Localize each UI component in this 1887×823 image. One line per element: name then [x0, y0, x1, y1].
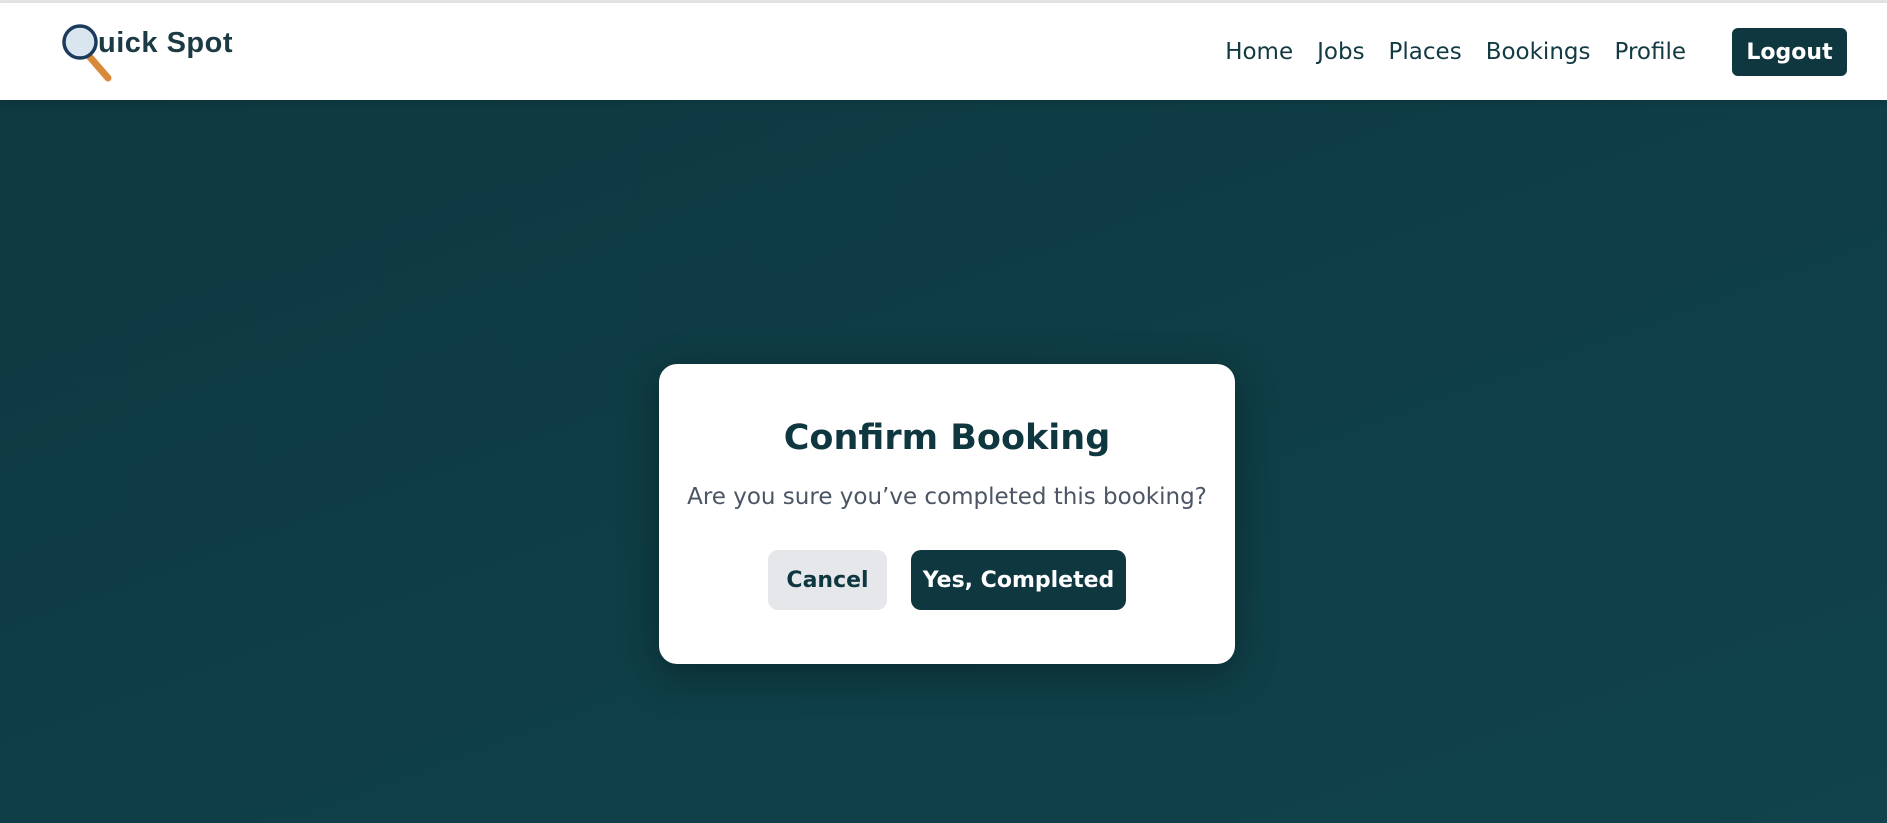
dialog-actions: Cancel Yes, Completed — [659, 550, 1235, 610]
cancel-button[interactable]: Cancel — [768, 550, 887, 610]
confirm-booking-dialog: Confirm Booking Are you sure you’ve comp… — [659, 364, 1235, 664]
dialog-title: Confirm Booking — [783, 418, 1111, 458]
nav-places[interactable]: Places — [1389, 39, 1462, 65]
navbar: uick Spot Home Jobs Places Bookings Prof… — [0, 3, 1887, 100]
brand-logo[interactable]: uick Spot — [62, 23, 262, 83]
main-nav: Home Jobs Places Bookings Profile Logout — [1225, 28, 1847, 76]
nav-bookings[interactable]: Bookings — [1486, 39, 1591, 65]
logout-button[interactable]: Logout — [1732, 28, 1847, 76]
nav-profile[interactable]: Profile — [1614, 39, 1686, 65]
nav-home[interactable]: Home — [1225, 39, 1293, 65]
dialog-message: Are you sure you’ve completed this booki… — [687, 484, 1207, 510]
confirm-completed-button[interactable]: Yes, Completed — [911, 550, 1126, 610]
nav-jobs[interactable]: Jobs — [1317, 39, 1364, 65]
brand-name: uick Spot — [98, 27, 234, 59]
